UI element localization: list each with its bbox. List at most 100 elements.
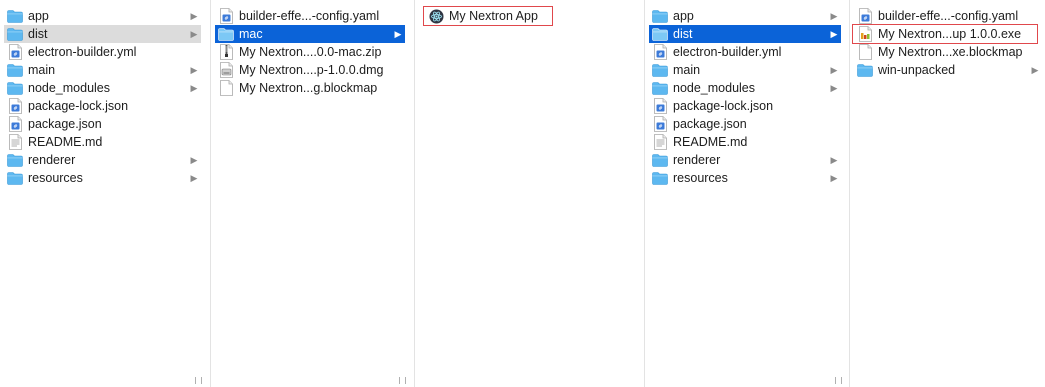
- chevron-right-icon: ▶: [190, 28, 198, 39]
- exe-file-icon: [857, 26, 873, 42]
- folder-icon: [218, 26, 234, 42]
- list-item-label: renderer: [28, 153, 76, 167]
- folder-icon: [652, 80, 668, 96]
- folder-icon: [652, 8, 668, 24]
- list-item-node-modules[interactable]: node_modules ▶: [4, 79, 201, 97]
- json-file-icon: #: [652, 98, 668, 114]
- column-resize-handle[interactable]: [835, 377, 842, 384]
- list-item-win-unpacked[interactable]: win-unpacked ▶: [854, 61, 1042, 79]
- chevron-right-icon: ▶: [394, 28, 402, 39]
- list-item-main[interactable]: main ▶: [4, 61, 201, 79]
- list-item-label: README.md: [673, 135, 748, 149]
- list-item-electron-builder-yml[interactable]: # electron-builder.yml: [4, 43, 201, 61]
- list-item-main[interactable]: main ▶: [649, 61, 841, 79]
- list-item-label: package.json: [673, 117, 747, 131]
- list-item-readme-md[interactable]: README.md: [4, 133, 201, 151]
- chevron-right-icon: ▶: [830, 82, 838, 93]
- list-item-app[interactable]: app ▶: [649, 7, 841, 25]
- list-item-mac[interactable]: mac ▶: [215, 25, 405, 43]
- list-item-dist[interactable]: dist ▶: [649, 25, 841, 43]
- list-item-label: electron-builder.yml: [673, 45, 782, 59]
- list-item-builder-config[interactable]: # builder-effe...-config.yaml: [854, 7, 1042, 25]
- list-item-my-nextron-app[interactable]: My Nextron App: [425, 7, 551, 25]
- list-item-label: package-lock.json: [673, 99, 774, 113]
- yaml-file-icon: #: [857, 8, 873, 24]
- list-item-label: My Nextron....0.0-mac.zip: [239, 45, 382, 59]
- list-item-package-json[interactable]: # package.json: [649, 115, 841, 133]
- list-item-renderer[interactable]: renderer ▶: [4, 151, 201, 169]
- text-file-icon: [7, 134, 23, 150]
- list-item-label: builder-effe...-config.yaml: [878, 9, 1019, 23]
- chevron-right-icon: ▶: [830, 154, 838, 165]
- list-item-label: package-lock.json: [28, 99, 129, 113]
- list-item-package-lock-json[interactable]: # package-lock.json: [4, 97, 201, 115]
- list-item-exe-blockmap[interactable]: My Nextron...xe.blockmap: [854, 43, 1042, 61]
- chevron-right-icon: ▶: [830, 172, 838, 183]
- list-item-label: resources: [28, 171, 83, 185]
- list-item-dist[interactable]: dist ▶: [4, 25, 201, 43]
- finder-window-win-build: app ▶ dist ▶ # electron-builder.yml main ▶ n…: [640, 0, 1045, 387]
- json-file-icon: #: [652, 116, 668, 132]
- column-project-root[interactable]: app ▶ dist ▶ # electron-builder.yml main ▶ n…: [644, 0, 845, 387]
- zip-file-icon: [218, 44, 234, 60]
- list-item-builder-config[interactable]: # builder-effe...-config.yaml: [215, 7, 405, 25]
- column-dist[interactable]: # builder-effe...-config.yaml mac ▶ My Nex…: [210, 0, 409, 387]
- chevron-right-icon: ▶: [190, 10, 198, 21]
- json-file-icon: #: [7, 98, 23, 114]
- chevron-right-icon: ▶: [830, 28, 838, 39]
- list-item-package-json[interactable]: # package.json: [4, 115, 201, 133]
- electron-app-icon: [428, 8, 444, 24]
- list-item-label: mac: [239, 27, 263, 41]
- column-project-root[interactable]: app ▶ dist ▶ # electron-builder.yml main ▶ n…: [0, 0, 205, 387]
- folder-icon: [652, 152, 668, 168]
- svg-text:#: #: [658, 52, 662, 58]
- list-item-label: My Nextron...xe.blockmap: [878, 45, 1023, 59]
- list-item-renderer[interactable]: renderer ▶: [649, 151, 841, 169]
- list-item-node-modules[interactable]: node_modules ▶: [649, 79, 841, 97]
- list-item-label: My Nextron...g.blockmap: [239, 81, 378, 95]
- svg-text:#: #: [863, 16, 867, 22]
- folder-icon: [7, 152, 23, 168]
- chevron-right-icon: ▶: [830, 64, 838, 75]
- column-resize-handle[interactable]: [195, 377, 202, 384]
- list-item-label: electron-builder.yml: [28, 45, 137, 59]
- folder-icon: [652, 26, 668, 42]
- yaml-file-icon: #: [652, 44, 668, 60]
- column-resize-handle[interactable]: [399, 377, 406, 384]
- chevron-right-icon: ▶: [190, 64, 198, 75]
- chevron-right-icon: ▶: [190, 172, 198, 183]
- svg-text:#: #: [658, 106, 662, 112]
- list-item-electron-builder-yml[interactable]: # electron-builder.yml: [649, 43, 841, 61]
- list-item-mac-zip[interactable]: My Nextron....0.0-mac.zip: [215, 43, 405, 61]
- list-item-label: resources: [673, 171, 728, 185]
- chevron-right-icon: ▶: [830, 10, 838, 21]
- column-dist[interactable]: # builder-effe...-config.yaml My Nextron.…: [849, 0, 1045, 387]
- list-item-resources[interactable]: resources ▶: [649, 169, 841, 187]
- column-mac[interactable]: My Nextron App: [414, 0, 613, 387]
- list-item-dmg[interactable]: My Nextron....p-1.0.0.dmg: [215, 61, 405, 79]
- list-item-label: My Nextron...up 1.0.0.exe: [878, 27, 1022, 41]
- chevron-right-icon: ▶: [190, 82, 198, 93]
- list-item-label: app: [28, 9, 49, 23]
- list-item-setup-exe[interactable]: My Nextron...up 1.0.0.exe: [854, 25, 1036, 43]
- list-item-package-lock-json[interactable]: # package-lock.json: [649, 97, 841, 115]
- folder-icon: [7, 170, 23, 186]
- folder-icon: [7, 80, 23, 96]
- folder-icon: [652, 170, 668, 186]
- list-item-label: My Nextron App: [449, 9, 538, 23]
- list-item-label: My Nextron....p-1.0.0.dmg: [239, 63, 384, 77]
- list-item-readme-md[interactable]: README.md: [649, 133, 841, 151]
- list-item-label: node_modules: [673, 81, 756, 95]
- list-item-blockmap[interactable]: My Nextron...g.blockmap: [215, 79, 405, 97]
- list-item-label: dist: [673, 27, 693, 41]
- list-item-resources[interactable]: resources ▶: [4, 169, 201, 187]
- folder-icon: [7, 62, 23, 78]
- yaml-file-icon: #: [218, 8, 234, 24]
- folder-icon: [7, 8, 23, 24]
- svg-text:#: #: [13, 52, 17, 58]
- text-file-icon: [652, 134, 668, 150]
- folder-icon: [652, 62, 668, 78]
- list-item-label: package.json: [28, 117, 102, 131]
- list-item-label: builder-effe...-config.yaml: [239, 9, 380, 23]
- list-item-app[interactable]: app ▶: [4, 7, 201, 25]
